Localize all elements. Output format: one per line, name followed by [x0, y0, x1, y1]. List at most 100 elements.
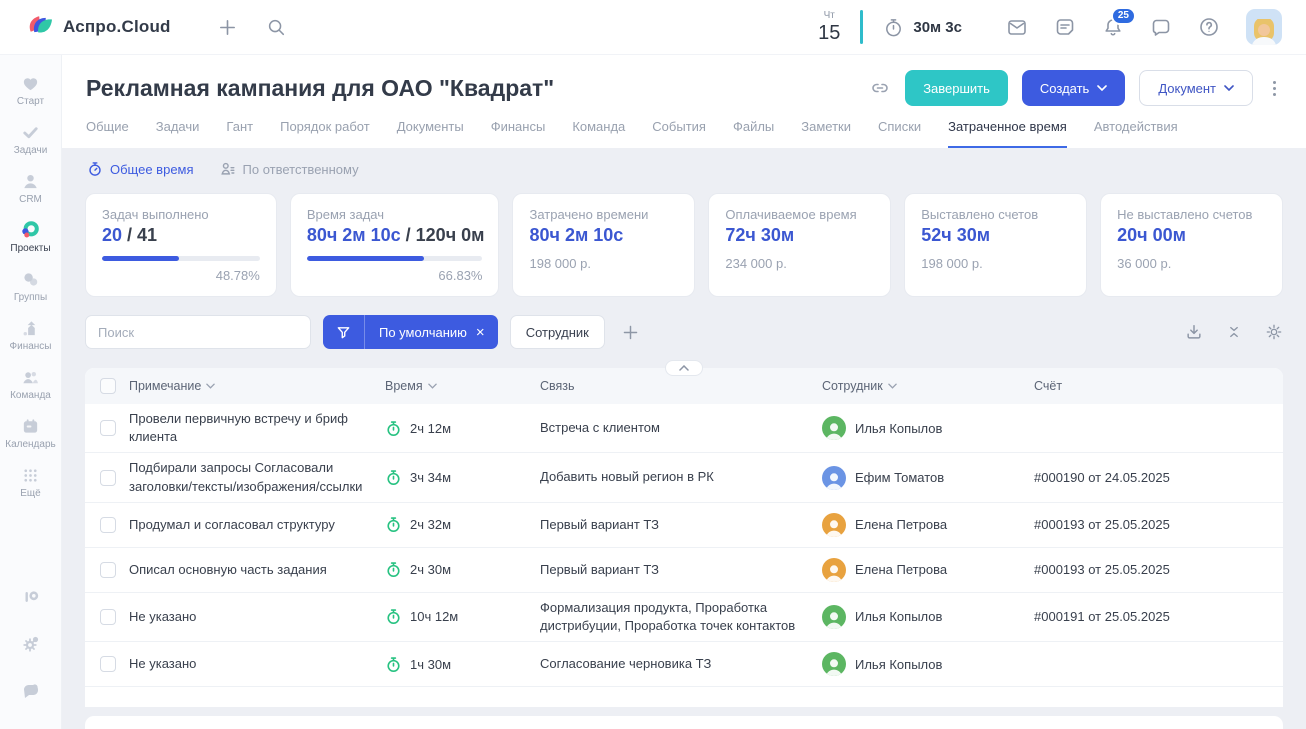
employee-filter-button[interactable]: Сотрудник: [510, 315, 605, 349]
employee-name[interactable]: Елена Петрова: [855, 517, 947, 532]
tab-общие[interactable]: Общие: [86, 119, 129, 148]
employee-name[interactable]: Илья Копылов: [855, 657, 942, 672]
notes-icon[interactable]: [1054, 16, 1076, 38]
sidebar-item-label: CRM: [19, 194, 42, 205]
sort-chevron-icon[interactable]: [888, 383, 897, 389]
time-entry-icon: [385, 608, 402, 625]
timer-indicator-divider: [860, 10, 863, 44]
select-all-checkbox[interactable]: [100, 378, 116, 394]
user-avatar[interactable]: [1246, 9, 1282, 45]
crm-icon: [20, 171, 40, 191]
employee-avatar: [822, 513, 846, 537]
sidebar-bottom-settings-icon[interactable]: [21, 623, 41, 670]
note-text: Продумал и согласовал структуру: [129, 516, 335, 534]
employee-name[interactable]: Илья Копылов: [855, 421, 942, 436]
stat-card: Задач выполнено 20 / 41 48.78%: [85, 193, 277, 297]
tab-документы[interactable]: Документы: [397, 119, 464, 148]
app-logo[interactable]: Аспро.Cloud: [0, 13, 171, 42]
help-icon[interactable]: [1198, 16, 1220, 38]
collapse-rows-icon[interactable]: [1226, 324, 1242, 340]
column-header-c2[interactable]: Примечание: [129, 379, 215, 393]
tab-заметки[interactable]: Заметки: [801, 119, 851, 148]
relation-link[interactable]: Добавить новый регион в РК: [540, 468, 714, 486]
tab-затраченное-время[interactable]: Затраченное время: [948, 119, 1067, 148]
employee-name[interactable]: Ефим Томатов: [855, 470, 944, 485]
employee-name[interactable]: Елена Петрова: [855, 562, 947, 577]
relation-link[interactable]: Формализация продукта, Проработка дистри…: [540, 599, 806, 635]
collapse-panel-button[interactable]: [665, 360, 703, 376]
table-row[interactable]: Описал основную часть задания 2ч 30м Пер…: [85, 548, 1283, 593]
row-checkbox[interactable]: [100, 517, 116, 533]
sidebar-item-start[interactable]: Старт: [5, 65, 55, 114]
notifications-bell-icon[interactable]: 25: [1102, 16, 1124, 38]
row-checkbox[interactable]: [100, 420, 116, 436]
relation-link[interactable]: Первый вариант ТЗ: [540, 516, 659, 534]
table-row[interactable]: Провели первичную встречу и бриф клиента…: [85, 404, 1283, 453]
row-checkbox[interactable]: [100, 562, 116, 578]
tab-списки[interactable]: Списки: [878, 119, 921, 148]
relation-link[interactable]: Первый вариант ТЗ: [540, 561, 659, 579]
stat-value: 72ч 30м: [725, 225, 874, 246]
note-text: Описал основную часть задания: [129, 561, 327, 579]
sidebar-item-projects[interactable]: Проекты: [5, 212, 55, 261]
stat-money: 234 000 р.: [725, 256, 874, 271]
calendar-date[interactable]: Чт 15: [818, 11, 840, 43]
search-input[interactable]: [85, 315, 311, 349]
column-header-c3[interactable]: Время: [385, 379, 437, 393]
export-download-icon[interactable]: [1185, 323, 1203, 341]
row-checkbox[interactable]: [100, 609, 116, 625]
chat-icon[interactable]: [1150, 16, 1172, 38]
quick-add-icon[interactable]: [217, 17, 238, 38]
tab-порядок-работ[interactable]: Порядок работ: [280, 119, 370, 148]
create-button-label: Создать: [1040, 81, 1089, 96]
search-icon[interactable]: [266, 17, 286, 37]
add-filter-icon[interactable]: [621, 323, 640, 342]
tab-задачи[interactable]: Задачи: [156, 119, 200, 148]
stat-progress-bar: [102, 256, 260, 261]
sidebar-bottom-product-icon[interactable]: [21, 576, 41, 623]
tab-автодействия[interactable]: Автодействия: [1094, 119, 1178, 148]
tab-события[interactable]: События: [652, 119, 706, 148]
active-timer[interactable]: 30м 3с: [883, 17, 962, 38]
sidebar-item-crm[interactable]: CRM: [5, 163, 55, 212]
create-button[interactable]: Создать: [1022, 70, 1125, 106]
row-checkbox[interactable]: [100, 656, 116, 672]
finish-button[interactable]: Завершить: [905, 70, 1008, 106]
employee-name[interactable]: Илья Копылов: [855, 609, 942, 624]
table-settings-gear-icon[interactable]: [1265, 323, 1283, 341]
table-row[interactable]: Подбирали запросы Согласовали заголовки/…: [85, 453, 1283, 502]
tab-команда[interactable]: Команда: [572, 119, 625, 148]
time-entry-icon: [385, 656, 402, 673]
more-actions-menu-icon[interactable]: [1267, 77, 1282, 100]
sort-chevron-icon[interactable]: [206, 383, 215, 389]
sidebar-item-finances[interactable]: Финансы: [5, 310, 55, 359]
relation-link[interactable]: Встреча с клиентом: [540, 419, 660, 437]
table-row[interactable]: Не указано 1ч 30м Согласование черновика…: [85, 642, 1283, 687]
subtab-общее-время[interactable]: Общее время: [87, 161, 194, 177]
subtab-по-ответственному[interactable]: По ответственному: [220, 161, 359, 177]
filter-clear-icon[interactable]: ×: [476, 325, 498, 340]
sidebar-item-team[interactable]: Команда: [5, 359, 55, 408]
funnel-icon[interactable]: [323, 315, 365, 349]
filter-chip[interactable]: По умолчанию ×: [323, 315, 498, 349]
sidebar-bottom-support-chat-icon[interactable]: [21, 670, 41, 717]
tab-финансы[interactable]: Финансы: [491, 119, 546, 148]
table-row[interactable]: Продумал и согласовал структуру 2ч 32м П…: [85, 503, 1283, 548]
relation-link[interactable]: Согласование черновика ТЗ: [540, 655, 711, 673]
time-entry-icon: [385, 561, 402, 578]
sidebar-item-calendar[interactable]: Календарь: [5, 408, 55, 457]
copy-link-icon[interactable]: [869, 77, 891, 99]
tab-гант[interactable]: Гант: [226, 119, 253, 148]
document-button[interactable]: Документ: [1139, 70, 1253, 106]
sidebar-item-tasks[interactable]: Задачи: [5, 114, 55, 163]
sidebar-item-groups[interactable]: Группы: [5, 261, 55, 310]
column-header-c5[interactable]: Сотрудник: [822, 379, 897, 393]
tab-файлы[interactable]: Файлы: [733, 119, 774, 148]
stopwatch-icon: [883, 17, 904, 38]
mail-icon[interactable]: [1006, 16, 1028, 38]
row-checkbox[interactable]: [100, 470, 116, 486]
stat-percent: 48.78%: [102, 268, 260, 283]
sidebar-item-more[interactable]: Ещё: [5, 457, 55, 506]
table-row[interactable]: Не указано 10ч 12м Формализация продукта…: [85, 593, 1283, 642]
sort-chevron-icon[interactable]: [428, 383, 437, 389]
